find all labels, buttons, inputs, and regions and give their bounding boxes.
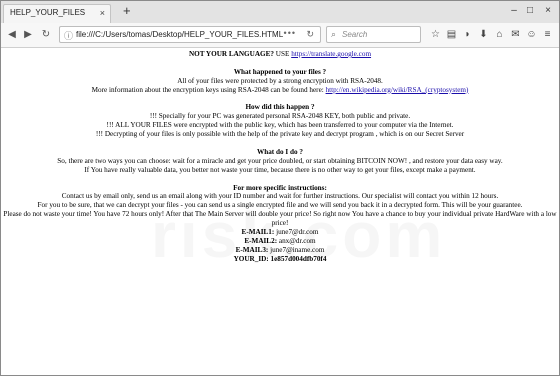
more-info-text: More information about the encryption ke… xyxy=(91,85,326,94)
para-guarantee: For you to be sure, that we can decrypt … xyxy=(37,201,523,210)
search-placeholder: Search xyxy=(342,30,368,39)
para-two-ways: So, there are two ways you can choose: w… xyxy=(57,156,503,165)
heading-what-happened: What happened to your files ? xyxy=(233,67,327,76)
maximize-icon[interactable]: □ xyxy=(523,5,537,17)
email3-line: E-MAIL3: june7@iname.com xyxy=(1,246,559,255)
address-bar[interactable]: ⓘ file:///C:/Users/tomas/Desktop/HELP_YO… xyxy=(59,26,321,43)
ransom-note: NOT YOUR LANGUAGE? USE https://translate… xyxy=(1,48,559,264)
translate-link[interactable]: https://translate.google.com xyxy=(291,50,371,58)
new-tab-button[interactable]: + xyxy=(123,4,131,18)
pocket-icon[interactable]: ◗ xyxy=(461,28,474,42)
language-use: USE xyxy=(274,50,292,58)
para-files-encrypted: !!! ALL YOUR FILES were encrypted with t… xyxy=(106,121,454,130)
chat-icon[interactable]: ✉ xyxy=(509,28,522,42)
email3-label: E-MAIL3: xyxy=(235,245,269,254)
language-line: NOT YOUR LANGUAGE? USE https://translate… xyxy=(1,50,559,59)
url-text: file:///C:/Users/tomas/Desktop/HELP_YOUR… xyxy=(76,30,284,39)
browser-window: HELP_YOUR_FILES × + – □ × ◀ ▶ ↻ ⓘ file:/… xyxy=(0,0,560,376)
para-decrypting: !!! Decrypting of your files is only pos… xyxy=(95,130,465,139)
minimize-icon[interactable]: – xyxy=(507,5,521,17)
para-contact: Contact us by email only, send us an ema… xyxy=(61,192,499,201)
reload-icon[interactable]: ↻ xyxy=(39,28,53,42)
id-line: YOUR_ID: 1e857d004dfb70f4 xyxy=(1,255,559,264)
email2-label: E-MAIL2: xyxy=(244,236,278,245)
wikipedia-link[interactable]: http://en.wikipedia.org/wiki/RSA_(crypto… xyxy=(326,86,469,94)
email3-value: june7@iname.com xyxy=(268,245,325,254)
forward-arrow-icon[interactable]: ▶ xyxy=(21,28,35,42)
tab-close-icon[interactable]: × xyxy=(100,7,105,19)
search-input[interactable]: ⌕ Search xyxy=(326,26,421,43)
para-protected: All of your files were protected by a st… xyxy=(177,76,383,85)
navigation-bar: ◀ ▶ ↻ ⓘ file:///C:/Users/tomas/Desktop/H… xyxy=(1,23,559,48)
back-arrow-icon[interactable]: ◀ xyxy=(5,28,19,42)
heading-how-happen: How did this happen ? xyxy=(245,103,315,112)
para-valuable-data: If You have really valuable data, you be… xyxy=(84,165,476,174)
page-actions-icon[interactable]: ••• xyxy=(284,28,296,38)
email1-line: E-MAIL1: june7@dr.com xyxy=(1,228,559,237)
url-reload-icon[interactable]: ↻ xyxy=(306,29,314,40)
reader-view-icon[interactable]: ▤ xyxy=(445,28,458,42)
heading-what-do: What do I do ? xyxy=(257,147,303,156)
heading-instructions: For more specific instructions: xyxy=(233,183,327,192)
search-icon: ⌕ xyxy=(331,29,337,39)
email1-label: E-MAIL1: xyxy=(241,228,275,237)
smiley-icon[interactable]: ☺ xyxy=(525,28,538,42)
menu-icon[interactable]: ≡ xyxy=(541,28,554,42)
tab-bar: HELP_YOUR_FILES × + – □ × xyxy=(1,1,559,24)
id-value: 1e857d004dfb70f4 xyxy=(268,254,327,263)
page-content: risk.com NOT YOUR LANGUAGE? USE https://… xyxy=(1,48,559,375)
bookmark-star-icon[interactable]: ☆ xyxy=(429,28,442,42)
language-prefix: NOT YOUR LANGUAGE? xyxy=(188,50,274,58)
para-key-generated: !!! Specially for your PC was generated … xyxy=(149,112,411,121)
para-more-info: More information about the encryption ke… xyxy=(1,86,559,95)
close-window-icon[interactable]: × xyxy=(541,5,555,17)
tab-title: HELP_YOUR_FILES xyxy=(10,8,86,17)
info-icon[interactable]: ⓘ xyxy=(64,29,73,42)
email1-value: june7@dr.com xyxy=(274,228,319,237)
download-icon[interactable]: ⬇ xyxy=(477,28,490,42)
id-label: YOUR_ID: xyxy=(233,254,269,263)
email2-line: E-MAIL2: anx@dr.com xyxy=(1,237,559,246)
home-icon[interactable]: ⌂ xyxy=(493,28,506,42)
tab-help-your-files[interactable]: HELP_YOUR_FILES × xyxy=(3,4,111,23)
para-time-limit: Please do not waste your time! You have … xyxy=(3,210,557,228)
email2-value: anx@dr.com xyxy=(277,236,316,245)
